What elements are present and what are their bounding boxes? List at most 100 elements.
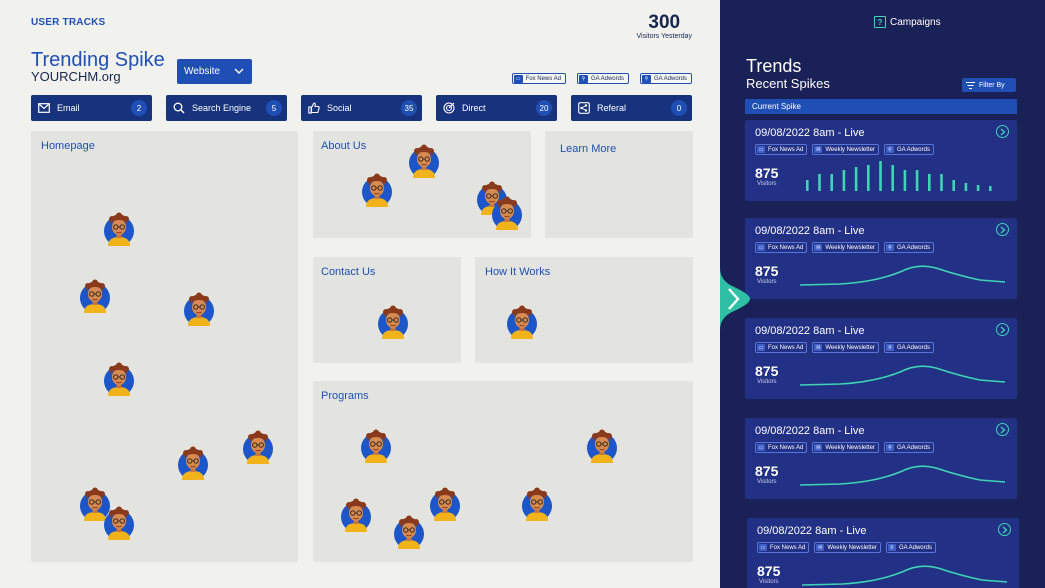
spike-time: 09/08/2022 8am - Live: [755, 127, 865, 139]
spike-tag[interactable]: ▭ Fox News Ad: [757, 542, 810, 553]
spike-card[interactable]: 09/08/2022 8am - Live ▭ Fox News Ad ✉ Weekly…: [745, 318, 1017, 399]
panel-title: About Us: [321, 140, 367, 152]
tv-icon: ▭: [759, 544, 767, 551]
search-icon: ⚲: [887, 544, 896, 551]
share-icon: [578, 102, 590, 114]
open-spike-button[interactable]: [996, 423, 1009, 436]
spike-tag[interactable]: ✉ Weekly Newsletter: [812, 144, 879, 155]
spike-card[interactable]: 09/08/2022 8am - Live ▭ Fox News Ad ✉ Weekly…: [745, 218, 1017, 299]
spike-tags: ▭ Fox News Ad ✉ Weekly Newsletter ⚲ GA Adword…: [755, 442, 934, 453]
chevron-right-icon: [1002, 526, 1008, 534]
section-label: USER TRACKS: [31, 17, 106, 28]
spike-tag[interactable]: ⚲ GA Adwords: [883, 442, 934, 453]
campaigns-link[interactable]: ? Campaigns: [874, 16, 941, 28]
visitor-avatar: [341, 498, 371, 532]
channel-label: Referal: [597, 103, 627, 113]
spike-time: 09/08/2022 8am - Live: [755, 325, 865, 337]
spike-bar: [976, 185, 980, 191]
visitor-avatar: [409, 144, 439, 178]
filter-by-button[interactable]: Filter By: [962, 78, 1016, 92]
visitor-avatar: [361, 429, 391, 463]
panel-learn-more[interactable]: Learn More: [545, 131, 693, 238]
spike-tag[interactable]: ⚲ GA Adwords: [885, 542, 936, 553]
current-spike-header: Current Spike: [745, 99, 1017, 114]
channel-direct[interactable]: Direct 20: [436, 95, 557, 121]
channel-label: Social: [327, 103, 352, 113]
spike-tag[interactable]: ✉ Weekly Newsletter: [814, 542, 881, 553]
spike-tag-label: GA Adwords: [896, 146, 930, 153]
spike-tag-label: GA Adwords: [896, 344, 930, 351]
search-icon: ⚲: [578, 74, 588, 83]
spike-time: 09/08/2022 8am - Live: [755, 425, 865, 437]
visitor-avatar: [80, 279, 110, 313]
spike-visitor-count: 875: [755, 263, 779, 279]
spike-card[interactable]: 09/08/2022 8am - Live ▭ Fox News Ad ✉ Weekly…: [745, 418, 1017, 499]
source-tag[interactable]: ⚲ GA Adwords: [576, 73, 629, 84]
open-spike-button[interactable]: [996, 323, 1009, 336]
source-tags: ▭ Fox News Ad ⚲ GA Adwords ⚲ GA Adwords: [511, 73, 692, 84]
spike-tag[interactable]: ⚲ GA Adwords: [883, 342, 934, 353]
spike-tag[interactable]: ⚲ GA Adwords: [883, 242, 934, 253]
site-type-select[interactable]: Website: [177, 59, 252, 84]
channel-social[interactable]: Social 35: [301, 95, 422, 121]
spike-card[interactable]: 09/08/2022 8am - Live ▭ Fox News Ad ✉ Weekly…: [745, 120, 1017, 201]
spike-tag[interactable]: ▭ Fox News Ad: [755, 442, 808, 453]
spike-time: 09/08/2022 8am - Live: [755, 225, 865, 237]
source-tag[interactable]: ⚲ GA Adwords: [639, 73, 692, 84]
spike-trend-line: [800, 465, 1006, 486]
panel-homepage[interactable]: Homepage: [31, 131, 298, 562]
spike-tag[interactable]: ✉ Weekly Newsletter: [812, 242, 879, 253]
panel-title: Homepage: [41, 140, 95, 152]
spike-tag-label: Weekly Newsletter: [825, 146, 875, 153]
panel-title: Programs: [321, 390, 369, 402]
spike-bar: [940, 174, 943, 191]
spike-tag[interactable]: ▭ Fox News Ad: [755, 242, 808, 253]
channel-email[interactable]: Email 2: [31, 95, 152, 121]
channel-label: Email: [57, 103, 80, 113]
mail-icon: ✉: [816, 544, 825, 551]
spike-bar: [854, 167, 858, 191]
spike-trend-line: [800, 265, 1006, 286]
spike-tag-label: Fox News Ad: [768, 146, 804, 153]
source-tag-label: Fox News Ad: [525, 75, 561, 82]
spike-visitor-count: 875: [755, 165, 779, 181]
spike-time: 09/08/2022 8am - Live: [757, 525, 867, 537]
spike-visitor-label: Visitors: [757, 379, 777, 385]
channel-search-engine[interactable]: Search Engine 5: [166, 95, 287, 121]
spike-tag-label: Weekly Newsletter: [825, 444, 875, 451]
spike-tag[interactable]: ▭ Fox News Ad: [755, 342, 808, 353]
spike-tag[interactable]: ✉ Weekly Newsletter: [812, 342, 879, 353]
spike-bar: [915, 170, 919, 191]
filter-by-label: Filter By: [979, 81, 1005, 89]
source-tag[interactable]: ▭ Fox News Ad: [511, 73, 566, 84]
visitor-avatar: [587, 429, 617, 463]
spike-bar: [879, 161, 882, 191]
spike-trend-line: [802, 565, 1008, 586]
channel-count-badge: 0: [671, 100, 687, 116]
spike-card[interactable]: 09/08/2022 8am - Live ▭ Fox News Ad ✉ Weekly…: [747, 518, 1019, 588]
spike-bar: [989, 186, 992, 191]
open-spike-button[interactable]: [996, 125, 1009, 138]
spike-tag[interactable]: ✉ Weekly Newsletter: [812, 442, 879, 453]
channel-referal[interactable]: Referal 0: [571, 95, 692, 121]
panel-programs[interactable]: Programs: [313, 381, 693, 562]
spike-tag-label: Weekly Newsletter: [825, 344, 875, 351]
sidebar-toggle-button[interactable]: [704, 268, 750, 330]
spike-tag[interactable]: ⚲ GA Adwords: [883, 144, 934, 155]
spike-tag-label: Fox News Ad: [770, 544, 806, 551]
spike-bar: [806, 180, 809, 191]
open-spike-button[interactable]: [996, 223, 1009, 236]
source-tag-label: GA Adwords: [653, 75, 687, 82]
spike-tag[interactable]: ▭ Fox News Ad: [755, 144, 808, 155]
spike-tag-label: Fox News Ad: [768, 444, 804, 451]
trend-line: [800, 265, 1006, 286]
spike-bar: [928, 174, 931, 191]
spike-bar: [891, 165, 894, 191]
chevron-right-icon: [1000, 426, 1006, 434]
tv-icon: ▭: [757, 444, 765, 451]
spike-tags: ▭ Fox News Ad ✉ Weekly Newsletter ⚲ GA Adword…: [757, 542, 936, 553]
spike-tag-label: GA Adwords: [896, 244, 930, 251]
visitor-avatar: [184, 292, 214, 326]
mail-icon: [38, 102, 50, 114]
open-spike-button[interactable]: [998, 523, 1011, 536]
